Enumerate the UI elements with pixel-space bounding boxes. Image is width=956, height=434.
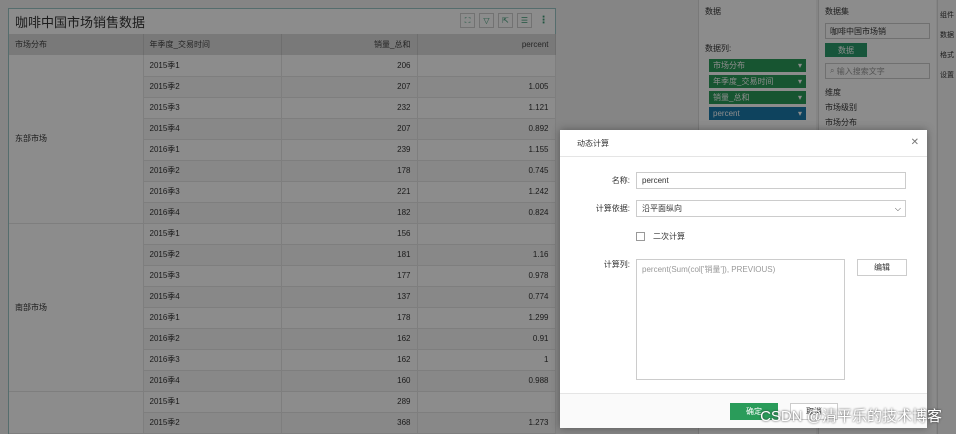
edit-button[interactable]: 编辑 <box>857 259 907 276</box>
formula-area[interactable]: percent(Sum(col['销量']), PREVIOUS) <box>636 259 845 380</box>
dynamic-calc-dialog: 动态计算 ✕ 名称: percent 计算依据: 沿平面纵向 ⌵ 二次计算 计算列… <box>560 130 927 428</box>
secondary-label: 二次计算 <box>653 232 685 241</box>
column-label: 计算列: <box>603 260 630 269</box>
name-input[interactable]: percent <box>636 172 906 189</box>
name-label: 名称: <box>611 176 630 185</box>
basis-select[interactable]: 沿平面纵向 ⌵ <box>636 200 906 217</box>
chevron-down-icon: ⌵ <box>894 203 901 213</box>
basis-label: 计算依据: <box>595 204 630 213</box>
dialog-title: 动态计算 <box>560 130 927 157</box>
close-icon[interactable]: ✕ <box>911 137 919 148</box>
watermark: CSDN @清平乐的技术博客 <box>760 408 942 425</box>
secondary-checkbox[interactable] <box>636 232 645 241</box>
